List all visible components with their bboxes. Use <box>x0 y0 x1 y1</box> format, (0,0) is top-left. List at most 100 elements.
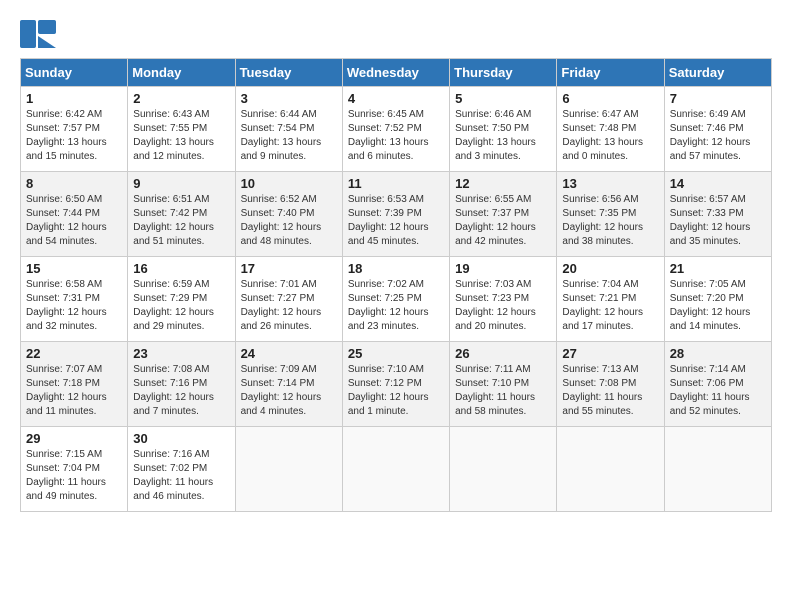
day-number: 28 <box>670 346 766 361</box>
calendar-cell: 14 Sunrise: 6:57 AM Sunset: 7:33 PM Dayli… <box>664 172 771 257</box>
day-info: Sunrise: 7:02 AM Sunset: 7:25 PM Dayligh… <box>348 278 444 334</box>
day-number: 10 <box>241 176 337 191</box>
calendar-cell: 19Sunrise: 7:03 AM Sunset: 7:23 PM Dayli… <box>450 257 557 342</box>
day-number: 22 <box>26 346 122 361</box>
day-number: 6 <box>562 91 658 106</box>
calendar-cell: 5 Sunrise: 6:46 AM Sunset: 7:50 PM Daylig… <box>450 87 557 172</box>
logo <box>20 20 60 48</box>
day-info: Sunrise: 6:59 AM Sunset: 7:29 PM Dayligh… <box>133 278 229 334</box>
calendar-cell <box>450 427 557 512</box>
calendar-cell: 1 Sunrise: 6:42 AM Sunset: 7:57 PM Daylig… <box>21 87 128 172</box>
day-info: Sunrise: 7:09 AM Sunset: 7:14 PM Dayligh… <box>241 363 337 419</box>
calendar-cell: 7 Sunrise: 6:49 AM Sunset: 7:46 PM Daylig… <box>664 87 771 172</box>
day-info: Sunrise: 7:03 AM Sunset: 7:23 PM Dayligh… <box>455 278 551 334</box>
calendar-week-row: 15 Sunrise: 6:58 AM Sunset: 7:31 PM Dayli… <box>21 257 772 342</box>
day-number: 30 <box>133 431 229 446</box>
day-header-friday: Friday <box>557 59 664 87</box>
day-number: 20 <box>562 261 658 276</box>
day-number: 11 <box>348 176 444 191</box>
day-number: 3 <box>241 91 337 106</box>
day-number: 14 <box>670 176 766 191</box>
day-number: 23 <box>133 346 229 361</box>
calendar-cell: 29 Sunrise: 7:15 AM Sunset: 7:04 PM Dayli… <box>21 427 128 512</box>
day-info: Sunrise: 6:46 AM Sunset: 7:50 PM Dayligh… <box>455 108 551 164</box>
calendar-cell: 3 Sunrise: 6:44 AM Sunset: 7:54 PM Daylig… <box>235 87 342 172</box>
day-header-tuesday: Tuesday <box>235 59 342 87</box>
calendar-cell: 10 Sunrise: 6:52 AM Sunset: 7:40 PM Dayli… <box>235 172 342 257</box>
calendar-cell: 28Sunrise: 7:14 AM Sunset: 7:06 PM Dayli… <box>664 342 771 427</box>
day-info: Sunrise: 6:49 AM Sunset: 7:46 PM Dayligh… <box>670 108 766 164</box>
day-number: 21 <box>670 261 766 276</box>
calendar-week-row: 22 Sunrise: 7:07 AM Sunset: 7:18 PM Dayli… <box>21 342 772 427</box>
day-info: Sunrise: 7:04 AM Sunset: 7:21 PM Dayligh… <box>562 278 658 334</box>
calendar-cell: 20 Sunrise: 7:04 AM Sunset: 7:21 PM Dayli… <box>557 257 664 342</box>
day-number: 7 <box>670 91 766 106</box>
day-info: Sunrise: 6:52 AM Sunset: 7:40 PM Dayligh… <box>241 193 337 249</box>
calendar-cell <box>235 427 342 512</box>
day-info: Sunrise: 7:05 AM Sunset: 7:20 PM Dayligh… <box>670 278 766 334</box>
day-number: 25 <box>348 346 444 361</box>
day-info: Sunrise: 7:08 AM Sunset: 7:16 PM Dayligh… <box>133 363 229 419</box>
day-number: 17 <box>241 261 337 276</box>
day-info: Sunrise: 7:16 AM Sunset: 7:02 PM Dayligh… <box>133 448 229 504</box>
day-info: Sunrise: 6:43 AM Sunset: 7:55 PM Dayligh… <box>133 108 229 164</box>
calendar-cell: 30 Sunrise: 7:16 AM Sunset: 7:02 PM Dayli… <box>128 427 235 512</box>
calendar-cell: 6 Sunrise: 6:47 AM Sunset: 7:48 PM Daylig… <box>557 87 664 172</box>
day-info: Sunrise: 7:01 AM Sunset: 7:27 PM Dayligh… <box>241 278 337 334</box>
day-header-thursday: Thursday <box>450 59 557 87</box>
day-number: 16 <box>133 261 229 276</box>
calendar-cell: 8Sunrise: 6:50 AM Sunset: 7:44 PM Daylig… <box>21 172 128 257</box>
day-info: Sunrise: 7:13 AM Sunset: 7:08 PM Dayligh… <box>562 363 658 419</box>
day-number: 27 <box>562 346 658 361</box>
calendar-cell <box>557 427 664 512</box>
calendar-week-row: 1 Sunrise: 6:42 AM Sunset: 7:57 PM Daylig… <box>21 87 772 172</box>
day-number: 1 <box>26 91 122 106</box>
calendar-header-row: SundayMondayTuesdayWednesdayThursdayFrid… <box>21 59 772 87</box>
day-number: 24 <box>241 346 337 361</box>
calendar-cell: 26Sunrise: 7:11 AM Sunset: 7:10 PM Dayli… <box>450 342 557 427</box>
calendar-cell: 21 Sunrise: 7:05 AM Sunset: 7:20 PM Dayli… <box>664 257 771 342</box>
day-number: 15 <box>26 261 122 276</box>
calendar-cell <box>664 427 771 512</box>
day-number: 29 <box>26 431 122 446</box>
day-header-saturday: Saturday <box>664 59 771 87</box>
day-info: Sunrise: 6:42 AM Sunset: 7:57 PM Dayligh… <box>26 108 122 164</box>
day-info: Sunrise: 7:11 AM Sunset: 7:10 PM Dayligh… <box>455 363 551 419</box>
day-info: Sunrise: 6:58 AM Sunset: 7:31 PM Dayligh… <box>26 278 122 334</box>
day-info: Sunrise: 6:47 AM Sunset: 7:48 PM Dayligh… <box>562 108 658 164</box>
day-info: Sunrise: 6:45 AM Sunset: 7:52 PM Dayligh… <box>348 108 444 164</box>
day-info: Sunrise: 7:15 AM Sunset: 7:04 PM Dayligh… <box>26 448 122 504</box>
calendar-cell: 27 Sunrise: 7:13 AM Sunset: 7:08 PM Dayli… <box>557 342 664 427</box>
day-number: 9 <box>133 176 229 191</box>
calendar-cell: 18 Sunrise: 7:02 AM Sunset: 7:25 PM Dayli… <box>342 257 449 342</box>
calendar-cell: 25 Sunrise: 7:10 AM Sunset: 7:12 PM Dayli… <box>342 342 449 427</box>
calendar-cell: 24 Sunrise: 7:09 AM Sunset: 7:14 PM Dayli… <box>235 342 342 427</box>
calendar-cell: 12 Sunrise: 6:55 AM Sunset: 7:37 PM Dayli… <box>450 172 557 257</box>
day-number: 18 <box>348 261 444 276</box>
day-info: Sunrise: 6:57 AM Sunset: 7:33 PM Dayligh… <box>670 193 766 249</box>
day-number: 5 <box>455 91 551 106</box>
calendar-cell <box>342 427 449 512</box>
day-header-monday: Monday <box>128 59 235 87</box>
calendar-cell: 9 Sunrise: 6:51 AM Sunset: 7:42 PM Daylig… <box>128 172 235 257</box>
day-info: Sunrise: 6:55 AM Sunset: 7:37 PM Dayligh… <box>455 193 551 249</box>
calendar-week-row: 8Sunrise: 6:50 AM Sunset: 7:44 PM Daylig… <box>21 172 772 257</box>
day-number: 13 <box>562 176 658 191</box>
day-info: Sunrise: 7:07 AM Sunset: 7:18 PM Dayligh… <box>26 363 122 419</box>
calendar-cell: 2 Sunrise: 6:43 AM Sunset: 7:55 PM Daylig… <box>128 87 235 172</box>
day-number: 2 <box>133 91 229 106</box>
day-info: Sunrise: 6:51 AM Sunset: 7:42 PM Dayligh… <box>133 193 229 249</box>
day-info: Sunrise: 6:44 AM Sunset: 7:54 PM Dayligh… <box>241 108 337 164</box>
calendar-cell: 15 Sunrise: 6:58 AM Sunset: 7:31 PM Dayli… <box>21 257 128 342</box>
day-number: 8 <box>26 176 122 191</box>
day-info: Sunrise: 7:10 AM Sunset: 7:12 PM Dayligh… <box>348 363 444 419</box>
day-header-wednesday: Wednesday <box>342 59 449 87</box>
day-number: 12 <box>455 176 551 191</box>
calendar-cell: 13 Sunrise: 6:56 AM Sunset: 7:35 PM Dayli… <box>557 172 664 257</box>
calendar-cell: 22 Sunrise: 7:07 AM Sunset: 7:18 PM Dayli… <box>21 342 128 427</box>
day-header-sunday: Sunday <box>21 59 128 87</box>
calendar-week-row: 29 Sunrise: 7:15 AM Sunset: 7:04 PM Dayli… <box>21 427 772 512</box>
day-number: 4 <box>348 91 444 106</box>
day-info: Sunrise: 6:56 AM Sunset: 7:35 PM Dayligh… <box>562 193 658 249</box>
calendar-cell: 16 Sunrise: 6:59 AM Sunset: 7:29 PM Dayli… <box>128 257 235 342</box>
